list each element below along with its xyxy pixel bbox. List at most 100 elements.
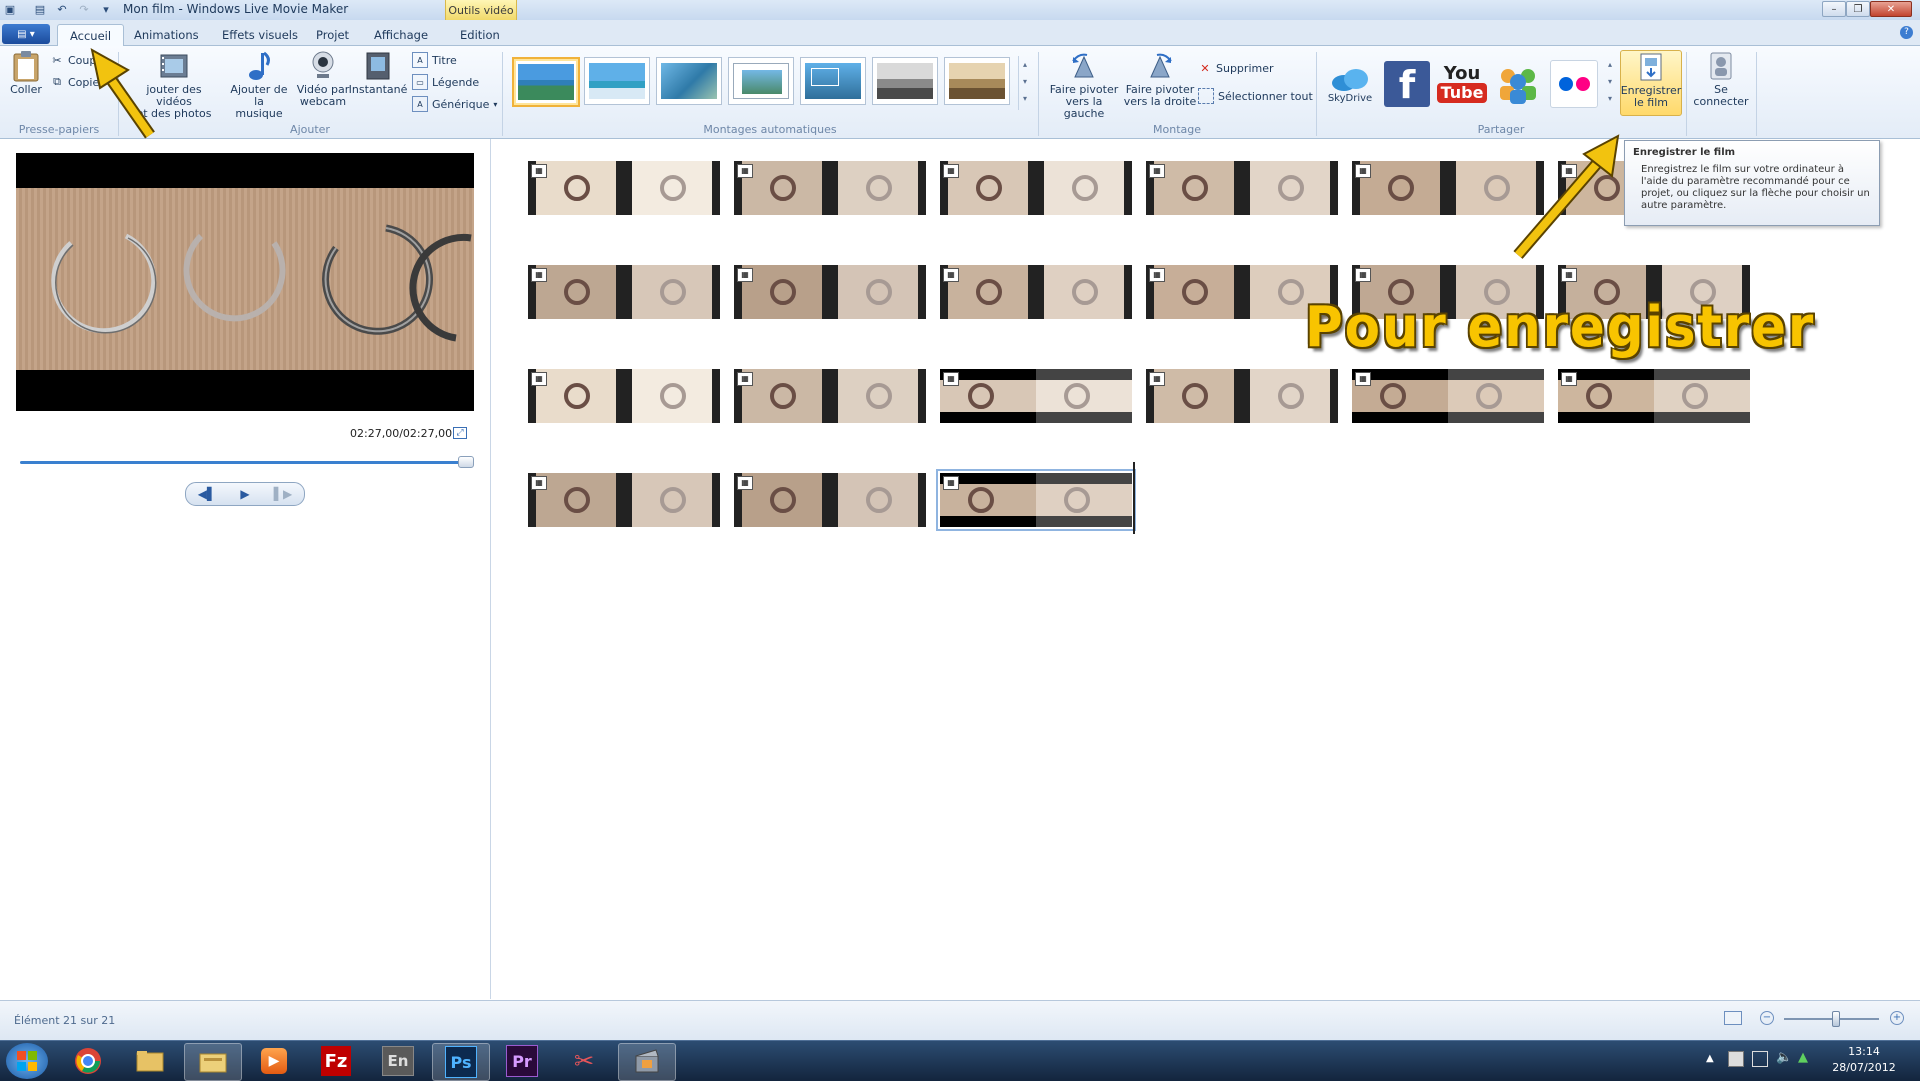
taskbar-explorer[interactable]	[122, 1043, 178, 1079]
storyboard-clip[interactable]: ▦	[1352, 369, 1544, 423]
storyboard-clip[interactable]: ▦	[734, 473, 926, 527]
previous-frame-button[interactable]: ◀▌	[192, 485, 222, 503]
tray-flag-icon[interactable]	[1728, 1051, 1744, 1067]
credits-button[interactable]: A Générique ▾	[412, 94, 497, 114]
taskbar-media-player[interactable]: ▶	[246, 1043, 302, 1079]
tray-network-icon[interactable]	[1752, 1051, 1768, 1067]
storyboard-clip[interactable]: ▦	[936, 469, 1136, 531]
add-videos-label-2: et des photos	[136, 107, 212, 120]
tray-volume-icon[interactable]: 🔈	[1776, 1050, 1792, 1065]
storyboard-clip[interactable]: ▦	[528, 369, 720, 423]
minimize-button[interactable]: –	[1822, 1, 1846, 17]
group-separator	[1756, 52, 1757, 136]
storyboard-clip[interactable]: ▦	[528, 265, 720, 319]
clip-type-icon: ▦	[943, 372, 959, 386]
automovie-theme-sepia[interactable]	[944, 57, 1010, 105]
application-menu-button[interactable]: ▤ ▾	[2, 24, 50, 44]
help-icon[interactable]: ?	[1900, 26, 1913, 39]
add-videos-photos-button[interactable]: jouter des vidéos et des photos	[128, 50, 220, 120]
show-hidden-icons-icon[interactable]: ▲	[1706, 1053, 1714, 1064]
storyboard-clip[interactable]: ▦	[528, 473, 720, 527]
add-music-button[interactable]: Ajouter de la musique	[224, 50, 294, 120]
webcam-video-button[interactable]: Vidéo par webcam	[294, 50, 352, 108]
storyboard-playhead[interactable]	[1133, 462, 1135, 534]
tab-view[interactable]: Affichage	[362, 24, 440, 45]
tab-accueil[interactable]: Accueil	[57, 24, 125, 47]
sign-in-button[interactable]: Se connecter	[1690, 50, 1752, 108]
clip-type-icon: ▦	[1355, 164, 1371, 178]
tab-project[interactable]: Projet	[304, 24, 361, 45]
automovie-theme-black-white[interactable]	[872, 57, 938, 105]
zoom-slider-thumb[interactable]	[1832, 1011, 1840, 1027]
rotate-left-button[interactable]: Faire pivoter vers la gauche	[1046, 50, 1122, 120]
storyboard-clip[interactable]: ▦	[734, 161, 926, 215]
delete-button[interactable]: ✕ Supprimer	[1198, 58, 1273, 78]
storyboard-clip[interactable]: ▦	[940, 369, 1132, 423]
tab-visual-effects[interactable]: Effets visuels	[210, 24, 310, 45]
clip-type-icon: ▦	[1149, 164, 1165, 178]
storyboard-clip[interactable]: ▦	[940, 161, 1132, 215]
taskbar-snipping[interactable]: ✂	[556, 1043, 612, 1079]
clip-frame-end	[838, 265, 918, 319]
seek-bar[interactable]	[20, 461, 472, 464]
taskbar-premiere[interactable]: Pr	[494, 1043, 550, 1079]
storyboard-clip[interactable]: ▦	[734, 369, 926, 423]
skydrive-button[interactable]: SkyDrive	[1326, 58, 1374, 110]
save-movie-button[interactable]: Enregistrer le film	[1620, 50, 1682, 116]
zoom-out-icon[interactable]: −	[1760, 1011, 1774, 1025]
rotate-right-button[interactable]: Faire pivoter vers la droite	[1122, 50, 1198, 108]
next-frame-button[interactable]: ▌▶	[268, 485, 298, 503]
title-button[interactable]: A Titre	[412, 50, 457, 70]
clip-object	[1072, 279, 1098, 305]
automovie-theme-pan-zoom[interactable]	[800, 57, 866, 105]
paste-button[interactable]: Coller	[8, 50, 44, 96]
video-preview[interactable]	[16, 153, 474, 411]
save-icon[interactable]: ▤	[32, 2, 48, 17]
youtube-button[interactable]: You Tube	[1436, 60, 1488, 108]
facebook-button[interactable]: f	[1383, 60, 1431, 108]
cut-button[interactable]: ✂ Coup	[50, 50, 96, 70]
tab-animations[interactable]: Animations	[122, 24, 211, 45]
taskbar-clock[interactable]: 13:14 28/07/2012	[1816, 1044, 1912, 1076]
undo-icon[interactable]: ↶	[54, 2, 70, 17]
play-button[interactable]: ▶	[230, 485, 260, 503]
storyboard-clip[interactable]: ▦	[528, 161, 720, 215]
thumbnail-size-icon[interactable]	[1724, 1011, 1742, 1025]
maximize-button[interactable]: ❐	[1846, 1, 1870, 17]
automovie-theme-contemporary[interactable]	[584, 57, 650, 105]
flickr-button[interactable]	[1550, 60, 1598, 108]
storyboard-clip[interactable]: ▦	[734, 265, 926, 319]
taskbar-filezilla[interactable]: Fz	[308, 1043, 364, 1079]
select-all-button[interactable]: Sélectionner tout	[1198, 86, 1313, 106]
start-button[interactable]	[6, 1043, 48, 1079]
clip-type-icon: ▦	[1149, 372, 1165, 386]
tab-edit[interactable]: Edition	[448, 24, 512, 45]
taskbar-photoshop[interactable]: Ps	[432, 1043, 490, 1081]
storyboard-clip[interactable]: ▦	[1558, 369, 1750, 423]
tray-drive-icon[interactable]: ▲	[1798, 1050, 1808, 1065]
snapshot-button[interactable]: Instantané	[349, 50, 407, 96]
fullscreen-icon[interactable]: ⤢	[453, 427, 467, 439]
storyboard-clip[interactable]: ▦	[1146, 161, 1338, 215]
seek-bar-thumb[interactable]	[458, 456, 474, 468]
taskbar-language-app[interactable]: En	[370, 1043, 426, 1079]
taskbar-libraries[interactable]	[184, 1043, 242, 1081]
storyboard-clip[interactable]: ▦	[940, 265, 1132, 319]
app-icon[interactable]: ▣	[2, 2, 18, 17]
automovie-theme-default[interactable]	[512, 57, 580, 107]
customize-qat-icon[interactable]: ▾	[98, 2, 114, 17]
groups-button[interactable]	[1494, 60, 1542, 108]
share-gallery-scroll[interactable]: ▴ ▾ ▾	[1604, 56, 1616, 110]
storyboard-clip[interactable]: ▦	[1146, 369, 1338, 423]
automovie-theme-cinematic[interactable]	[656, 57, 722, 105]
taskbar-movie-maker[interactable]	[618, 1043, 676, 1081]
close-button[interactable]: ✕	[1870, 1, 1912, 17]
copy-button[interactable]: ⧉ Copie	[50, 72, 99, 92]
zoom-in-icon[interactable]: +	[1890, 1011, 1904, 1025]
gallery-scroll-control[interactable]: ▴ ▾ ▾	[1018, 56, 1031, 110]
caption-button[interactable]: ▭ Légende	[412, 72, 479, 92]
automovie-theme-fade[interactable]	[728, 57, 794, 105]
taskbar-chrome[interactable]	[60, 1043, 116, 1079]
storyboard-clip[interactable]: ▦	[1352, 161, 1544, 215]
webcam-label-2: webcam	[299, 95, 347, 108]
